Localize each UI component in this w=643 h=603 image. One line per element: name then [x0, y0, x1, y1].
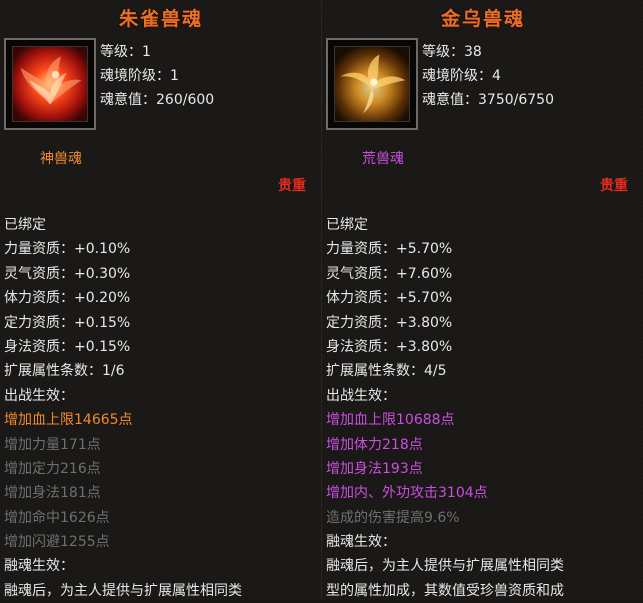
rarity-label: 贵重: [600, 178, 628, 194]
attribute-row: 力量资质：+5.70%: [326, 241, 453, 258]
attribute-row: 融魂后，为主人提供与扩展属性相同类: [326, 558, 564, 575]
attribute-row: 增加血上限14665点: [4, 412, 133, 429]
soul-icon-frame[interactable]: [4, 38, 96, 130]
attribute-row: 增加定力216点: [4, 460, 101, 477]
attribute-row: 定力资质：+0.15%: [4, 314, 131, 331]
attribute-row: 增加内、外功攻击3104点: [326, 485, 488, 502]
attribute-row: 灵气资质：+0.30%: [4, 265, 131, 282]
attribute-row: 增加身法193点: [326, 460, 423, 477]
attribute-list: 已绑定力量资质：+0.10% 灵气资质：+0.30% 体力资质：+0.20% 定力资质…: [4, 213, 322, 603]
attribute-row: 体力资质：+0.20%: [4, 290, 131, 307]
attribute-row: 增加力量171点: [4, 436, 101, 453]
attribute-row: 扩展属性条数：1/6: [4, 363, 125, 380]
attribute-row: 灵气资质：+7.60%: [326, 265, 453, 282]
soul-stats: 等级：38 魂境阶级：4 魂意值：3750/6750: [422, 40, 642, 112]
level-text: 等级：1: [100, 44, 151, 60]
attribute-row: 已绑定: [4, 217, 46, 233]
attribute-row: 融魂生效：: [326, 534, 396, 551]
realm-text: 魂境阶级：1: [100, 68, 179, 84]
attribute-row: 增加闪避1255点: [4, 534, 110, 551]
attribute-row: 增加命中1626点: [4, 509, 110, 526]
realm-text: 魂境阶级：4: [422, 68, 501, 84]
soul-icon-frame[interactable]: [326, 38, 418, 130]
vermilion-bird-icon: [13, 47, 87, 121]
attribute-row: 增加身法181点: [4, 485, 101, 502]
attribute-row: 身法资质：+3.80%: [326, 338, 453, 355]
attribute-row: 增加体力218点: [326, 436, 423, 453]
attribute-row: 出战生效：: [4, 387, 74, 404]
attribute-row: 造成的伤害提高9.6%: [326, 509, 460, 526]
attribute-row: 融魂后，为主人提供与扩展属性相同类: [4, 582, 242, 599]
attribute-list: 已绑定力量资质：+5.70% 灵气资质：+7.60% 体力资质：+5.70% 定力资质…: [326, 213, 643, 603]
attribute-row: 扩展属性条数：4/5: [326, 363, 447, 380]
attribute-row: 出战生效：: [326, 387, 396, 404]
soul-value-text: 魂意值：3750/6750: [422, 92, 554, 108]
soul-type-label: 荒兽魂: [362, 151, 404, 167]
attribute-row: 体力资质：+5.70%: [326, 290, 453, 307]
left-soul-panel: 朱雀兽魂 等级：1 魂境阶级：1 魂意值：260/600 神兽魂 贵重 已绑定 …: [0, 0, 322, 600]
soul-value-text: 魂意值：260/600: [100, 92, 215, 108]
attribute-row: 已绑定: [326, 217, 368, 233]
attribute-row: 力量资质：+0.10%: [4, 241, 131, 258]
attribute-row: 融魂生效：: [4, 558, 74, 575]
soul-type-label: 神兽魂: [40, 151, 82, 167]
panel-title: 金乌兽魂: [440, 8, 525, 30]
golden-crow-icon: [335, 47, 409, 121]
attribute-row: 增加血上限10688点: [326, 412, 455, 429]
level-text: 等级：38: [422, 44, 482, 60]
attribute-row: 型的属性加成，其数值受珍兽资质和成: [326, 582, 564, 599]
attribute-row: 定力资质：+3.80%: [326, 314, 453, 331]
rarity-label: 贵重: [278, 178, 306, 194]
soul-stats: 等级：1 魂境阶级：1 魂意值：260/600: [100, 40, 320, 112]
panel-title: 朱雀兽魂: [118, 8, 203, 30]
attribute-row: 身法资质：+0.15%: [4, 338, 131, 355]
right-soul-panel: 金乌兽魂 等级：38 魂境阶级：4 魂意值：3750/6750 荒兽魂 贵重 已…: [322, 0, 643, 600]
